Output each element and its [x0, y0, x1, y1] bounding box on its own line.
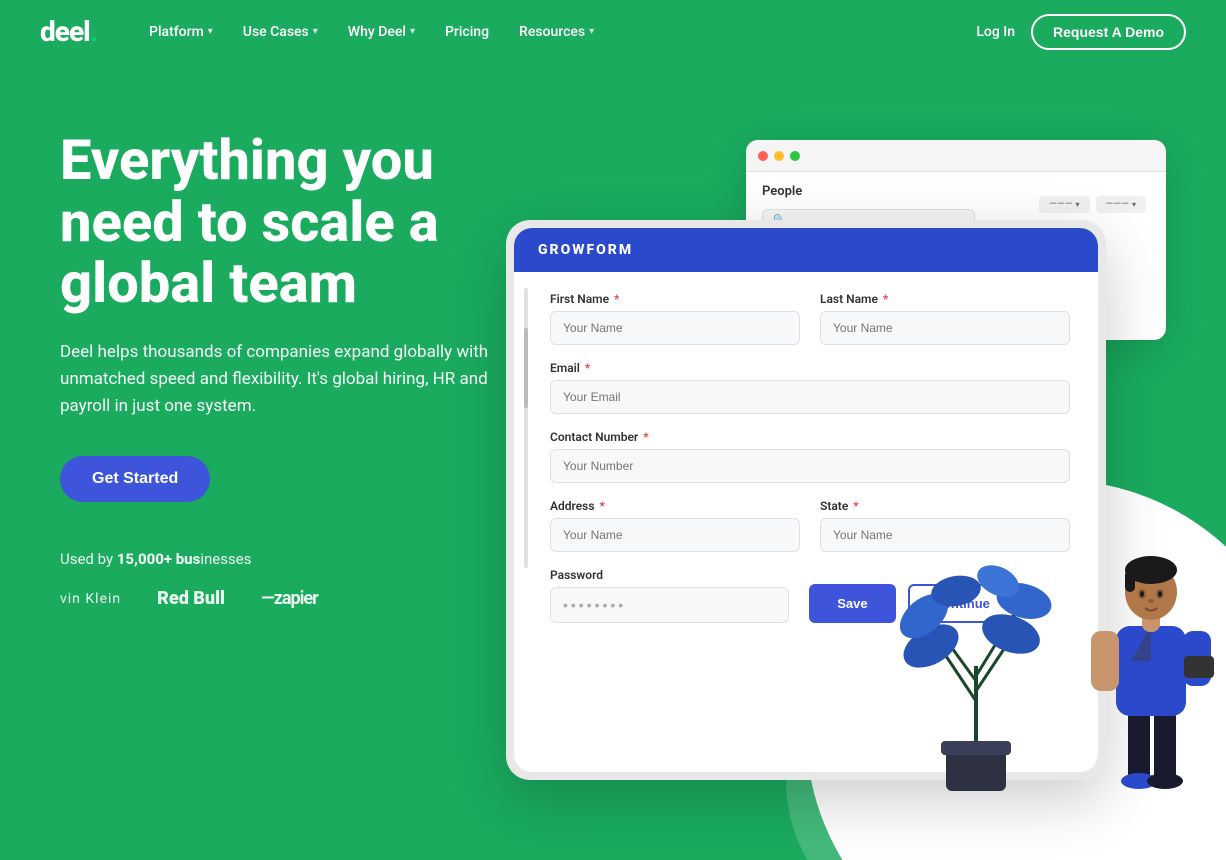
chevron-down-icon: ▾ — [589, 26, 594, 37]
request-demo-button[interactable]: Request A Demo — [1031, 14, 1186, 50]
get-started-button[interactable]: Get Started — [60, 456, 210, 502]
browser-filters: ———▾ ———▾ — [1039, 196, 1146, 213]
browser-close-dot — [758, 151, 768, 161]
email-label: Email * — [550, 361, 1070, 375]
login-link[interactable]: Log In — [976, 24, 1015, 40]
nav-resources[interactable]: Resources ▾ — [507, 16, 606, 48]
nav-right: Log In Request A Demo — [976, 14, 1186, 50]
state-label: State * — [820, 499, 1070, 513]
nav-why-deel[interactable]: Why Deel ▾ — [336, 16, 427, 48]
tablet-scrollbar[interactable] — [524, 288, 528, 568]
contact-label: Contact Number * — [550, 430, 1070, 444]
calvin-klein-logo: vin Klein — [60, 591, 121, 607]
contact-input[interactable] — [550, 449, 1070, 483]
hero-title: Everything you need to scale a global te… — [60, 130, 490, 315]
last-name-group: Last Name * — [820, 292, 1070, 345]
address-group: Address * — [550, 499, 800, 552]
form-row-email: Email * — [550, 361, 1070, 414]
nav-platform[interactable]: Platform ▾ — [137, 16, 225, 48]
first-name-group: First Name * — [550, 292, 800, 345]
email-group: Email * — [550, 361, 1070, 414]
hero-description: Deel helps thousands of companies expand… — [60, 339, 490, 421]
first-name-input[interactable] — [550, 311, 800, 345]
nav-links: Platform ▾ Use Cases ▾ Why Deel ▾ Pricin… — [137, 16, 976, 48]
used-by-text: Used by 15,000+ businesses — [60, 550, 490, 568]
nav-pricing[interactable]: Pricing — [433, 16, 501, 48]
last-name-input[interactable] — [820, 311, 1070, 345]
person-illustration — [1076, 516, 1226, 800]
last-name-label: Last Name * — [820, 292, 1070, 306]
password-input[interactable] — [550, 587, 789, 623]
zapier-logo: —zapier — [261, 588, 318, 609]
chevron-down-icon: ▾ — [1076, 200, 1080, 209]
browser-minimize-dot — [774, 151, 784, 161]
save-button[interactable]: Save — [809, 584, 895, 623]
nav-use-cases[interactable]: Use Cases ▾ — [231, 16, 330, 48]
chevron-down-icon: ▾ — [1132, 200, 1136, 209]
first-name-label: First Name * — [550, 292, 800, 306]
red-bull-logo: Red Bull — [157, 588, 225, 609]
plant-decoration — [886, 536, 1066, 800]
chevron-down-icon: ▾ — [313, 26, 318, 37]
contact-group: Contact Number * — [550, 430, 1070, 483]
address-label: Address * — [550, 499, 800, 513]
form-row-name: First Name * Last Name * — [550, 292, 1070, 345]
address-input[interactable] — [550, 518, 800, 552]
logo[interactable]: deel. — [40, 15, 97, 48]
form-header: GROWFORM — [514, 228, 1098, 272]
browser-maximize-dot — [790, 151, 800, 161]
mockup-area: People 🔍 ———▾ ———▾ — [526, 80, 1226, 800]
navbar: deel. Platform ▾ Use Cases ▾ Why Deel ▾ … — [0, 0, 1226, 63]
form-row-contact: Contact Number * — [550, 430, 1070, 483]
logos-row: vin Klein Red Bull —zapier — [60, 588, 490, 609]
chevron-down-icon: ▾ — [208, 26, 213, 37]
hero-content: Everything you need to scale a global te… — [0, 0, 490, 609]
email-input[interactable] — [550, 380, 1070, 414]
browser-titlebar — [746, 140, 1166, 172]
chevron-down-icon: ▾ — [410, 26, 415, 37]
password-group: Password — [550, 568, 789, 623]
password-label: Password — [550, 568, 789, 582]
form-title: GROWFORM — [538, 242, 633, 258]
